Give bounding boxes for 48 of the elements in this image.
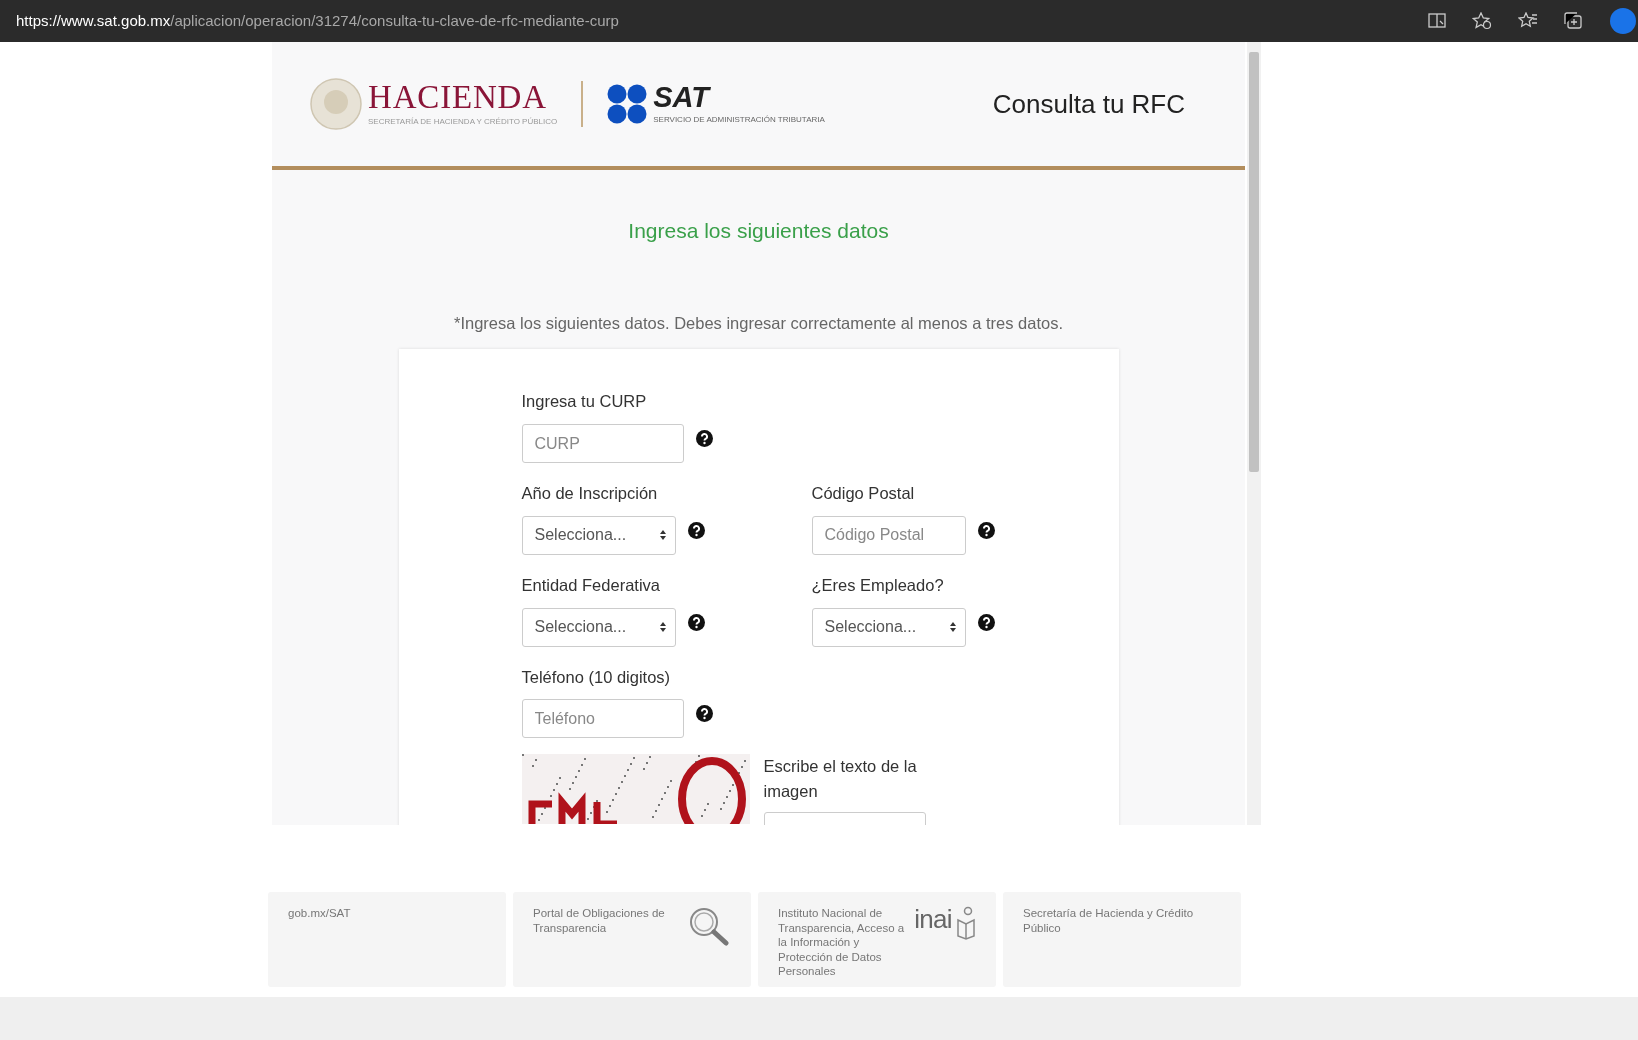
select-dropdown[interactable]: Selecciona... <box>811 607 966 647</box>
footer-link-card[interactable]: Portal de Obligaciones de Transparencia <box>513 892 751 987</box>
help-icon[interactable] <box>977 613 995 631</box>
help-icon[interactable] <box>695 705 713 723</box>
help-icon[interactable] <box>687 521 705 539</box>
footer-link-text: Instituto Nacional de Transparencia, Acceso a la Información y Protección de Datos Personales <box>778 906 906 979</box>
hacienda-subtitle: SECRETARÍA DE HACIENDA Y CRÉDITO PÚBLICO <box>368 115 558 128</box>
updown-caret-icon <box>948 621 957 633</box>
footer-link-card[interactable]: gob.mx/SAT <box>268 892 506 987</box>
select-dropdown[interactable]: Selecciona... <box>521 515 676 555</box>
person-book-icon <box>956 906 976 940</box>
collections-icon[interactable] <box>1564 12 1584 30</box>
footer-link-text: Portal de Obligaciones de Transparencia <box>533 906 666 936</box>
favorites-icon[interactable] <box>1518 12 1538 30</box>
inai-logo-text: inai <box>914 906 952 932</box>
captcha-label: Escribe el texto de la imagen <box>763 756 918 803</box>
footer-link-card[interactable]: Secretaría de Hacienda y Crédito Público <box>1003 892 1241 987</box>
magnifier-icon <box>687 906 731 946</box>
scrollbar[interactable] <box>1247 42 1261 825</box>
text-field[interactable]: Código Postal <box>811 515 966 555</box>
reader-view-icon[interactable] <box>1428 13 1446 29</box>
field-label: Código Postal <box>811 483 916 504</box>
select-dropdown[interactable]: Selecciona... <box>521 607 676 647</box>
field-label: Entidad Federativa <box>521 574 661 596</box>
footer-link-text: Secretaría de Hacienda y Crédito Público <box>1023 906 1195 936</box>
footer-link-text: gob.mx/SAT <box>288 906 351 921</box>
help-icon[interactable] <box>695 430 713 447</box>
help-icon[interactable] <box>977 521 995 539</box>
star-plus-icon[interactable] <box>1472 12 1492 30</box>
sat-logo-text: SAT <box>653 82 712 112</box>
field-label: Año de Inscripción <box>521 483 659 504</box>
field-label: ¿Eres Empleado? <box>811 574 945 596</box>
coat-of-arms-emblem <box>310 78 362 130</box>
field-label: Teléfono (10 digitos) <box>521 666 672 688</box>
url-text[interactable]: https://www.sat.gob.mx/aplicacion/operacion/31274/consulta-tu-clave-de-rfc-mediante-curp <box>16 9 1428 33</box>
updown-caret-icon <box>658 529 667 542</box>
text-field[interactable]: Teléfono <box>521 699 684 739</box>
help-icon[interactable] <box>687 613 705 631</box>
sat-logo-icon <box>607 84 648 124</box>
field-label: Ingresa tu CURP <box>521 391 648 413</box>
sat-subtitle: SERVICIO DE ADMINISTRACIÓN TRIBUTARIA <box>653 113 825 126</box>
page-title: Consulta tu RFC <box>992 87 1185 121</box>
instruction-note: *Ingresa los siguientes datos. Debes ingresar correctamente al menos a tres datos. <box>454 312 1063 334</box>
hacienda-logo-text: HACIENDA <box>368 80 548 114</box>
section-heading: Ingresa los siguientes datos <box>628 218 889 244</box>
text-field[interactable]: CURP <box>521 424 684 463</box>
profile-avatar[interactable] <box>1610 8 1636 34</box>
updown-caret-icon <box>658 621 667 633</box>
